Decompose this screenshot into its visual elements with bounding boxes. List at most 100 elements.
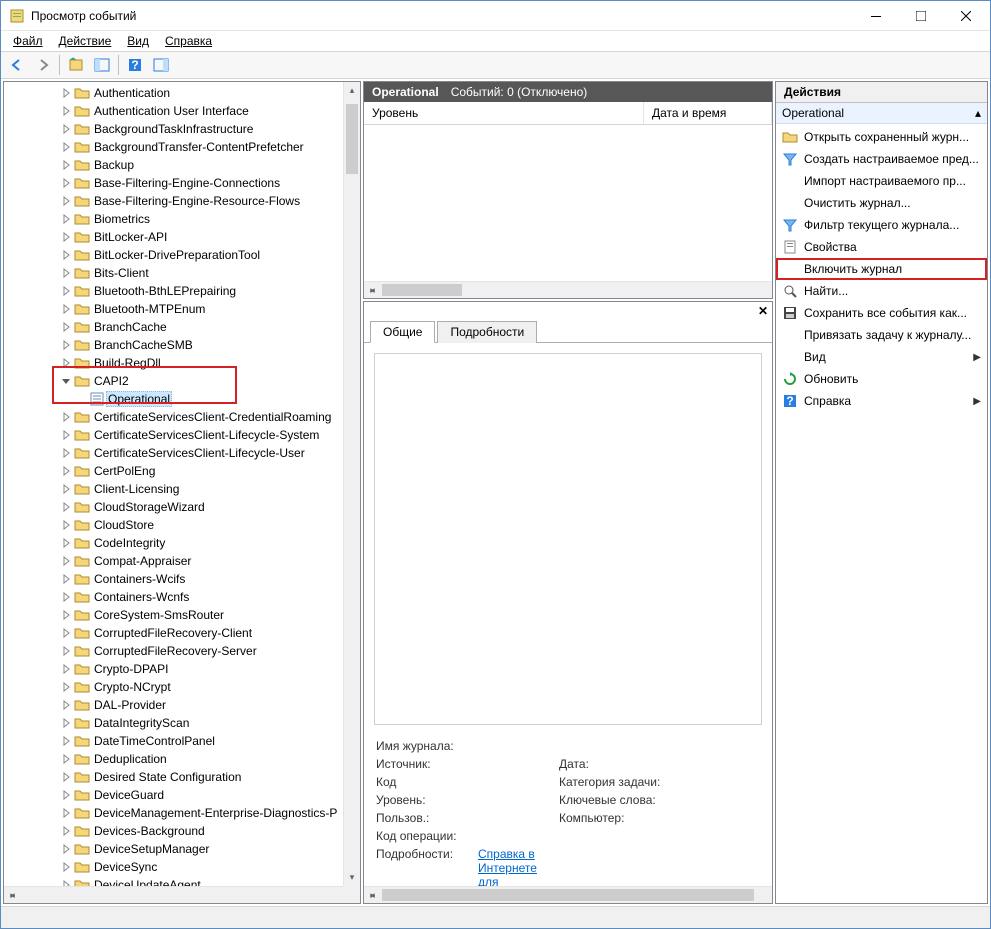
tree-item[interactable]: Deduplication (4, 750, 360, 768)
expander-icon[interactable] (58, 628, 74, 638)
expander-icon[interactable] (58, 718, 74, 728)
action-import-custom-view[interactable]: Импорт настраиваемого пр... (776, 170, 987, 192)
expander-icon[interactable] (58, 682, 74, 692)
tree-item[interactable]: Devices-Background (4, 822, 360, 840)
expander-icon[interactable] (58, 376, 74, 386)
actions-group-title[interactable]: Operational ▴ (776, 103, 987, 124)
expander-icon[interactable] (58, 196, 74, 206)
maximize-button[interactable] (898, 1, 943, 30)
tree-item[interactable]: BitLocker-API (4, 228, 360, 246)
expander-icon[interactable] (58, 178, 74, 188)
action-enable-log[interactable]: Включить журнал (776, 258, 987, 280)
tree-item[interactable]: BranchCache (4, 318, 360, 336)
tree-item[interactable]: CloudStorageWizard (4, 498, 360, 516)
expander-icon[interactable] (58, 844, 74, 854)
expander-icon[interactable] (58, 322, 74, 332)
action-help[interactable]: ? Справка ▶ (776, 390, 987, 412)
tree-item[interactable]: CoreSystem-SmsRouter (4, 606, 360, 624)
action-filter-log[interactable]: Фильтр текущего журнала... (776, 214, 987, 236)
action-create-custom-view[interactable]: Создать настраиваемое пред... (776, 148, 987, 170)
expander-icon[interactable] (58, 754, 74, 764)
action-clear-log[interactable]: Очистить журнал... (776, 192, 987, 214)
expander-icon[interactable] (58, 736, 74, 746)
expander-icon[interactable] (58, 142, 74, 152)
expander-icon[interactable] (58, 160, 74, 170)
tree-item[interactable]: CAPI2 (4, 372, 360, 390)
tree-item[interactable]: CorruptedFileRecovery-Client (4, 624, 360, 642)
menu-help[interactable]: Справка (159, 33, 218, 49)
tree-item[interactable]: CertificateServicesClient-Lifecycle-Syst… (4, 426, 360, 444)
expander-icon[interactable] (58, 772, 74, 782)
expander-icon[interactable] (58, 826, 74, 836)
expander-icon[interactable] (58, 412, 74, 422)
tree-item[interactable]: DeviceManagement-Enterprise-Diagnostics-… (4, 804, 360, 822)
tree-item[interactable]: Bits-Client (4, 264, 360, 282)
expander-icon[interactable] (58, 502, 74, 512)
tree-item[interactable]: BackgroundTransfer-ContentPrefetcher (4, 138, 360, 156)
tree-item[interactable]: BackgroundTaskInfrastructure (4, 120, 360, 138)
expander-icon[interactable] (58, 574, 74, 584)
menu-view[interactable]: Вид (121, 33, 155, 49)
expander-icon[interactable] (58, 862, 74, 872)
tree-item[interactable]: Backup (4, 156, 360, 174)
tree-item[interactable]: BitLocker-DrivePreparationTool (4, 246, 360, 264)
expander-icon[interactable] (58, 88, 74, 98)
menu-action[interactable]: Действие (53, 33, 118, 49)
expander-icon[interactable] (58, 232, 74, 242)
tree-item[interactable]: Bluetooth-BthLEPrepairing (4, 282, 360, 300)
tree-scrollbar-horizontal[interactable]: ◂ ▸ (4, 886, 343, 903)
tree-item[interactable]: Authentication User Interface (4, 102, 360, 120)
toolbar-extra-button[interactable] (149, 54, 173, 76)
toolbar-layout-button[interactable] (90, 54, 114, 76)
expander-icon[interactable] (58, 268, 74, 278)
tree-item[interactable]: Bluetooth-MTPEnum (4, 300, 360, 318)
detail-scrollbar-horizontal[interactable]: ◂ ▸ (364, 886, 772, 903)
events-scrollbar-horizontal[interactable]: ◂ ▸ (364, 281, 772, 298)
tree-item[interactable]: Biometrics (4, 210, 360, 228)
expander-icon[interactable] (58, 538, 74, 548)
tab-details[interactable]: Подробности (437, 321, 537, 343)
expander-icon[interactable] (58, 610, 74, 620)
action-open-saved-log[interactable]: Открыть сохраненный журн... (776, 126, 987, 148)
expander-icon[interactable] (58, 484, 74, 494)
action-refresh[interactable]: Обновить (776, 368, 987, 390)
expander-icon[interactable] (58, 520, 74, 530)
tree-item[interactable]: DeviceGuard (4, 786, 360, 804)
tree-item[interactable]: DataIntegrityScan (4, 714, 360, 732)
expander-icon[interactable] (58, 250, 74, 260)
expander-icon[interactable] (58, 340, 74, 350)
tree-item[interactable]: Containers-Wcnfs (4, 588, 360, 606)
tree-pane[interactable]: AuthenticationAuthentication User Interf… (3, 81, 361, 904)
expander-icon[interactable] (58, 592, 74, 602)
tree-item[interactable]: CodeIntegrity (4, 534, 360, 552)
expander-icon[interactable] (58, 466, 74, 476)
help-link[interactable]: Справка в Интернете для (478, 847, 537, 889)
tree-item[interactable]: CloudStore (4, 516, 360, 534)
tree-scrollbar-vertical[interactable]: ▴ ▾ (343, 82, 360, 886)
expander-icon[interactable] (58, 700, 74, 710)
expander-icon[interactable] (58, 556, 74, 566)
tree-item[interactable]: Compat-Appraiser (4, 552, 360, 570)
tab-general[interactable]: Общие (370, 321, 435, 343)
expander-icon[interactable] (58, 448, 74, 458)
tree-item[interactable]: DAL-Provider (4, 696, 360, 714)
tree-item[interactable]: Crypto-NCrypt (4, 678, 360, 696)
close-button[interactable] (943, 1, 988, 30)
tree-item[interactable]: CertificateServicesClient-Lifecycle-User (4, 444, 360, 462)
expander-icon[interactable] (58, 430, 74, 440)
help-button[interactable]: ? (123, 54, 147, 76)
tree-item[interactable]: CorruptedFileRecovery-Server (4, 642, 360, 660)
tree-item[interactable]: Containers-Wcifs (4, 570, 360, 588)
tree-item[interactable]: Client-Licensing (4, 480, 360, 498)
expander-icon[interactable] (58, 106, 74, 116)
tree-item[interactable]: BranchCacheSMB (4, 336, 360, 354)
minimize-button[interactable] (853, 1, 898, 30)
col-level[interactable]: Уровень (364, 102, 644, 124)
action-attach-task[interactable]: Привязать задачу к журналу... (776, 324, 987, 346)
tree-item[interactable]: Desired State Configuration (4, 768, 360, 786)
expander-icon[interactable] (58, 646, 74, 656)
tree-item[interactable]: DeviceSetupManager (4, 840, 360, 858)
tree-item[interactable]: Build-RegDll (4, 354, 360, 372)
back-button[interactable] (5, 54, 29, 76)
tree-item[interactable]: Base-Filtering-Engine-Connections (4, 174, 360, 192)
